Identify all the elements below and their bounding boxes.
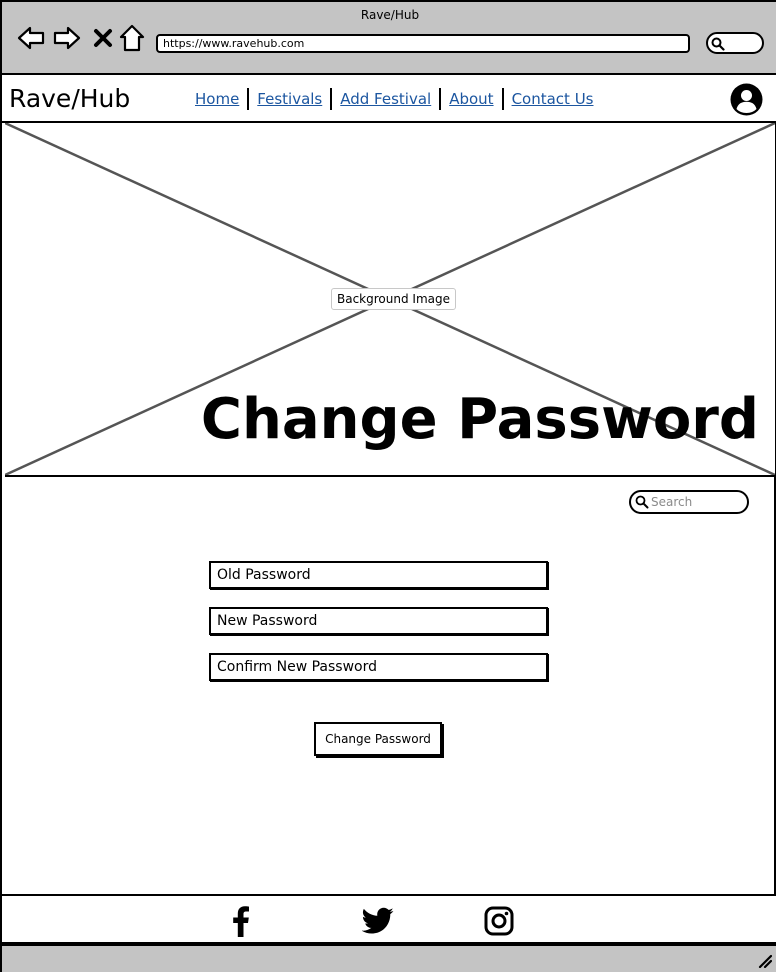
search-input[interactable]	[651, 494, 741, 510]
content-search-box[interactable]	[629, 490, 749, 514]
window-title: Rave/Hub	[360, 8, 420, 22]
back-button[interactable]	[17, 24, 45, 52]
site-footer	[2, 894, 776, 944]
browser-chrome: Rave/Hub https://www.ravehub.com	[2, 2, 776, 75]
old-password-field[interactable]	[209, 561, 548, 589]
nav-divider	[439, 88, 442, 110]
facebook-link[interactable]	[225, 905, 257, 937]
confirm-password-field[interactable]	[209, 653, 548, 681]
twitter-icon	[362, 907, 394, 934]
forward-button[interactable]	[53, 24, 81, 52]
twitter-link[interactable]	[362, 905, 394, 937]
forward-icon	[53, 26, 81, 50]
url-bar[interactable]: https://www.ravehub.com	[156, 34, 690, 53]
browser-search-box[interactable]	[706, 32, 764, 54]
home-button[interactable]	[118, 24, 146, 52]
confirm-password-input[interactable]	[211, 655, 546, 679]
close-icon	[94, 29, 112, 47]
nav-divider	[330, 88, 333, 110]
nav-link-add-festival[interactable]: Add Festival	[340, 90, 431, 108]
browser-window: Rave/Hub https://www.ravehub.com Rave/Hu…	[0, 0, 776, 972]
main-nav: Home Festivals Add Festival About Contac…	[195, 88, 593, 110]
page-title: Change Password	[200, 387, 759, 452]
nav-link-about[interactable]: About	[449, 90, 493, 108]
resize-handle-icon[interactable]	[758, 954, 772, 968]
facebook-icon	[233, 906, 249, 937]
nav-link-home[interactable]: Home	[195, 90, 239, 108]
stop-button[interactable]	[89, 24, 117, 52]
nav-link-festivals[interactable]: Festivals	[257, 90, 322, 108]
hero-image-placeholder: Background Image Change Password	[5, 123, 775, 477]
user-icon	[730, 83, 763, 116]
old-password-input[interactable]	[211, 563, 546, 587]
nav-divider	[501, 88, 504, 110]
home-icon	[119, 24, 145, 52]
search-icon	[711, 37, 725, 51]
instagram-link[interactable]	[483, 905, 515, 937]
new-password-input[interactable]	[211, 609, 546, 633]
nav-link-contact-us[interactable]: Contact Us	[512, 90, 594, 108]
change-password-button[interactable]: Change Password	[314, 722, 442, 756]
account-button[interactable]	[730, 83, 763, 116]
browser-status-bar	[2, 944, 776, 972]
site-header: Rave/Hub Home Festivals Add Festival Abo…	[2, 75, 776, 123]
search-icon	[635, 495, 649, 509]
new-password-field[interactable]	[209, 607, 548, 635]
hero-image-label: Background Image	[331, 288, 456, 310]
nav-divider	[247, 88, 250, 110]
site-logo[interactable]: Rave/Hub	[9, 84, 130, 113]
back-icon	[17, 26, 45, 50]
instagram-icon	[484, 906, 514, 936]
